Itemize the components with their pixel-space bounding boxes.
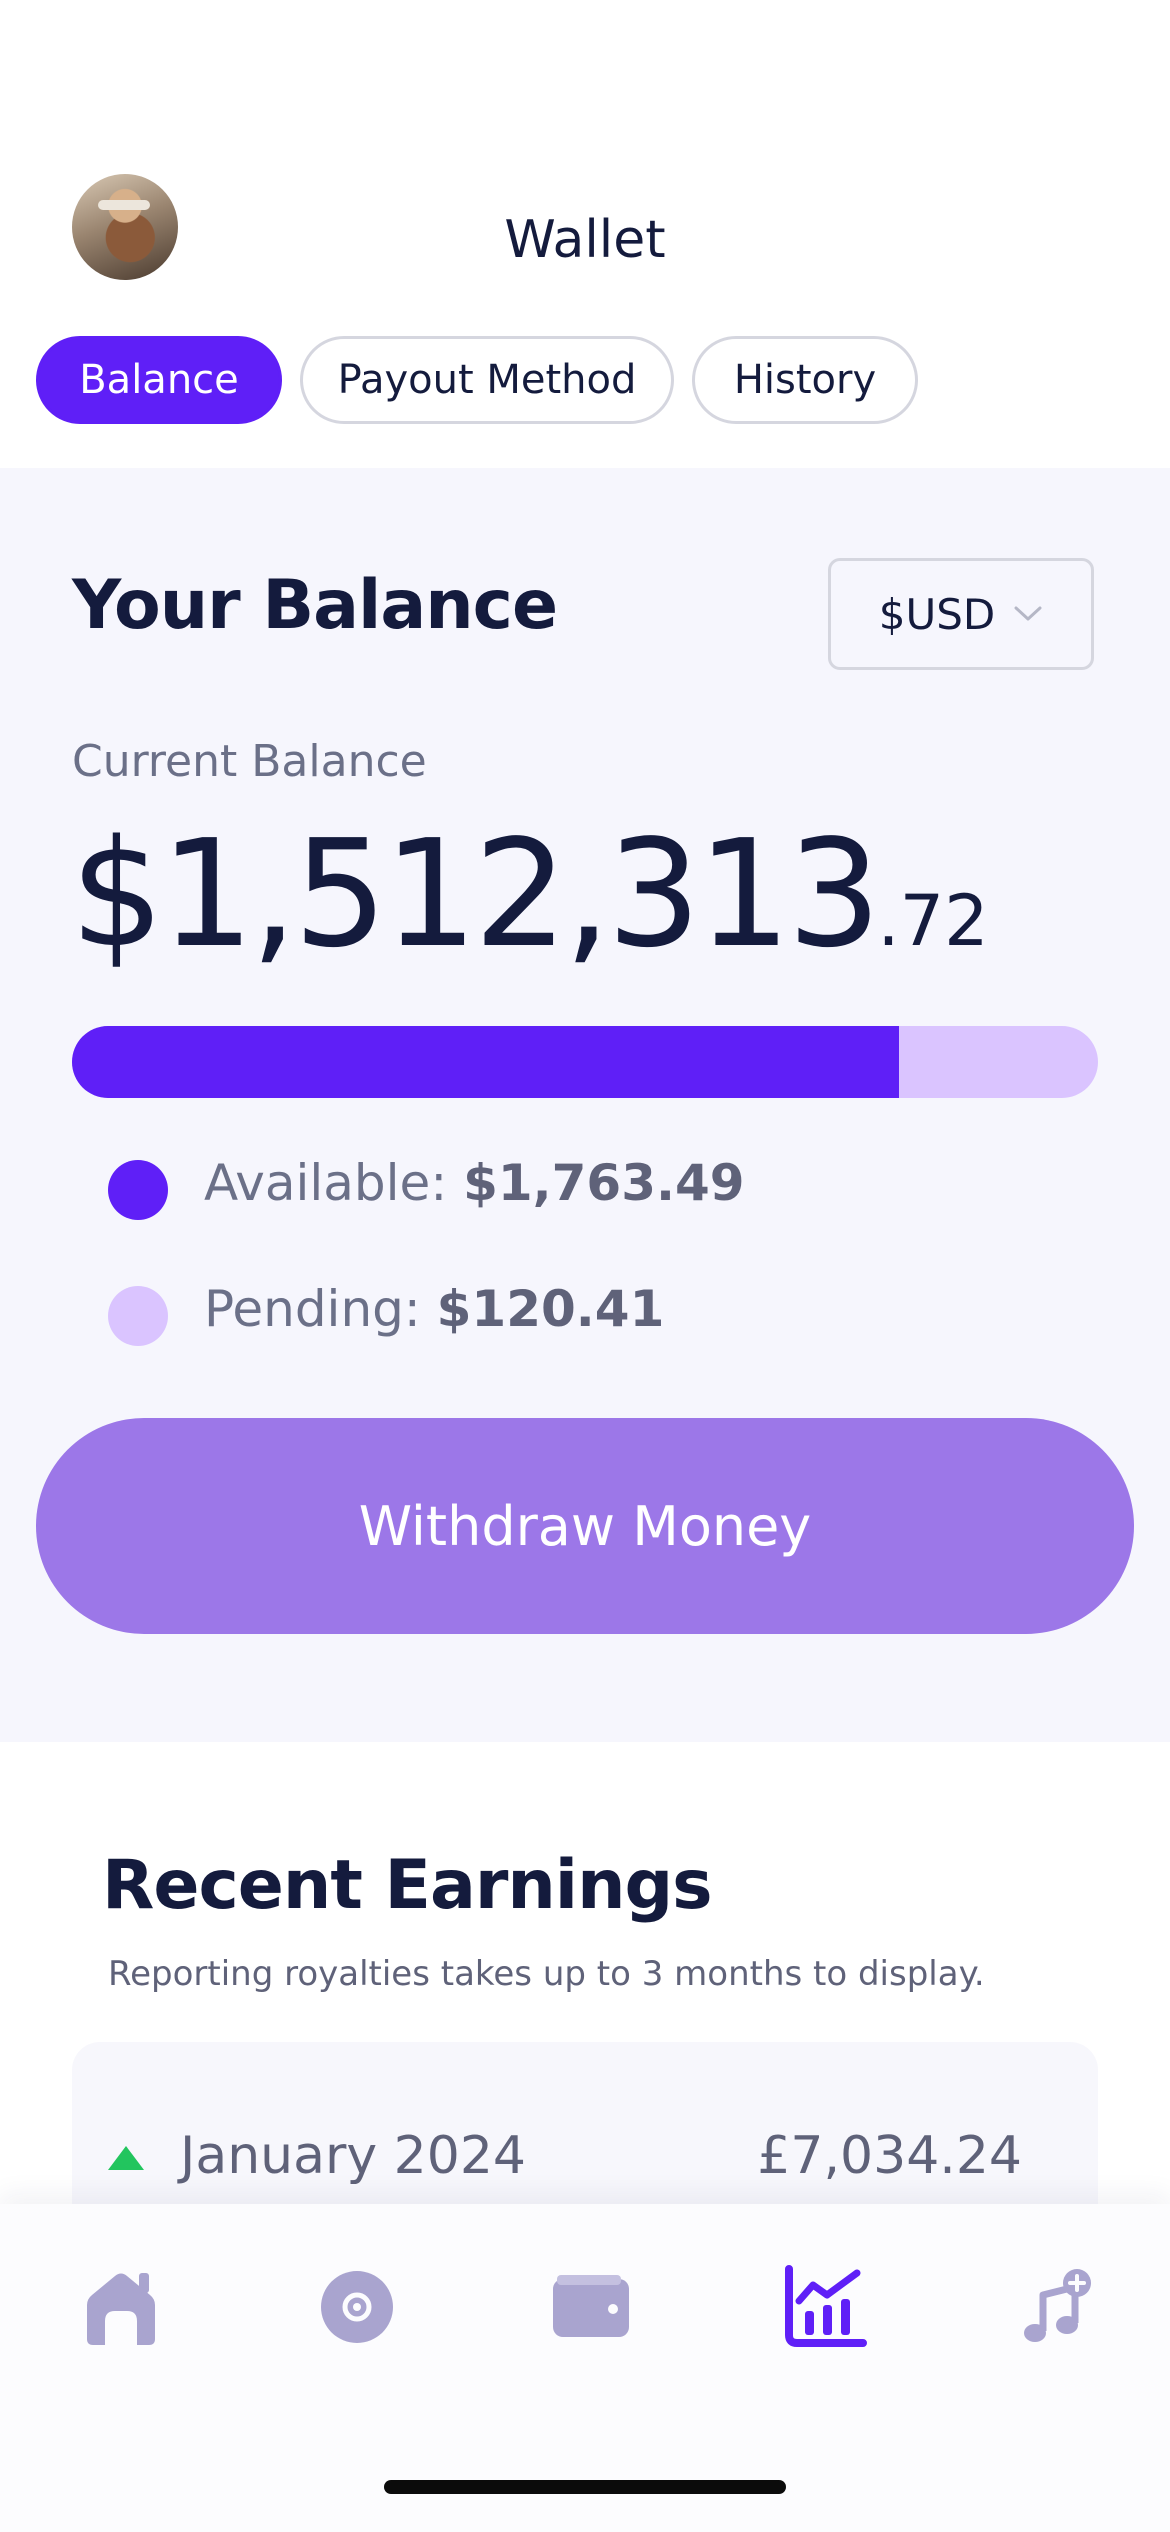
balance-amount-cents: .72 xyxy=(877,880,989,962)
nav-home[interactable] xyxy=(76,2262,166,2352)
chevron-down-icon xyxy=(1014,606,1042,621)
tab-history[interactable]: History xyxy=(692,336,918,424)
pending-dot xyxy=(108,1286,168,1346)
earnings-month[interactable]: January 2024 xyxy=(180,2126,526,2186)
available-value: $1,763.49 xyxy=(463,1154,745,1212)
available-legend: Available: $1,763.49 xyxy=(204,1154,745,1212)
balance-progress-bar xyxy=(72,1026,1098,1098)
available-label: Available: xyxy=(204,1154,464,1212)
add-music-icon xyxy=(1024,2269,1091,2342)
balance-amount-main: $1,512,313 xyxy=(70,808,881,980)
pending-label: Pending: xyxy=(204,1280,437,1338)
current-balance-label: Current Balance xyxy=(72,736,427,787)
available-dot xyxy=(108,1160,168,1220)
currency-select[interactable]: $USD xyxy=(828,558,1094,670)
available-portion xyxy=(72,1026,899,1098)
balance-heading: Your Balance xyxy=(72,566,558,645)
nav-releases[interactable] xyxy=(312,2262,402,2352)
home-indicator xyxy=(384,2480,786,2494)
home-icon xyxy=(87,2273,155,2345)
nav-analytics[interactable] xyxy=(780,2262,870,2352)
trend-up-icon xyxy=(108,2146,144,2170)
recent-earnings-heading: Recent Earnings xyxy=(102,1846,713,1925)
pending-legend: Pending: $120.41 xyxy=(204,1280,664,1338)
analytics-icon xyxy=(785,2265,867,2347)
disc-icon xyxy=(321,2271,393,2343)
nav-add-music[interactable] xyxy=(1014,2262,1104,2352)
pending-value: $120.41 xyxy=(436,1280,665,1338)
balance-amount: $1,512,313.72 xyxy=(70,820,989,968)
withdraw-money-button[interactable]: Withdraw Money xyxy=(36,1418,1134,1634)
earnings-note: Reporting royalties takes up to 3 months… xyxy=(108,1954,985,1994)
page-title: Wallet xyxy=(504,210,666,270)
tab-balance[interactable]: Balance xyxy=(36,336,282,424)
nav-wallet[interactable] xyxy=(546,2262,636,2352)
wallet-icon xyxy=(553,2275,629,2337)
currency-value: $USD xyxy=(878,589,996,639)
tab-payout-method[interactable]: Payout Method xyxy=(300,336,674,424)
earnings-value: £7,034.24 xyxy=(757,2126,1022,2186)
